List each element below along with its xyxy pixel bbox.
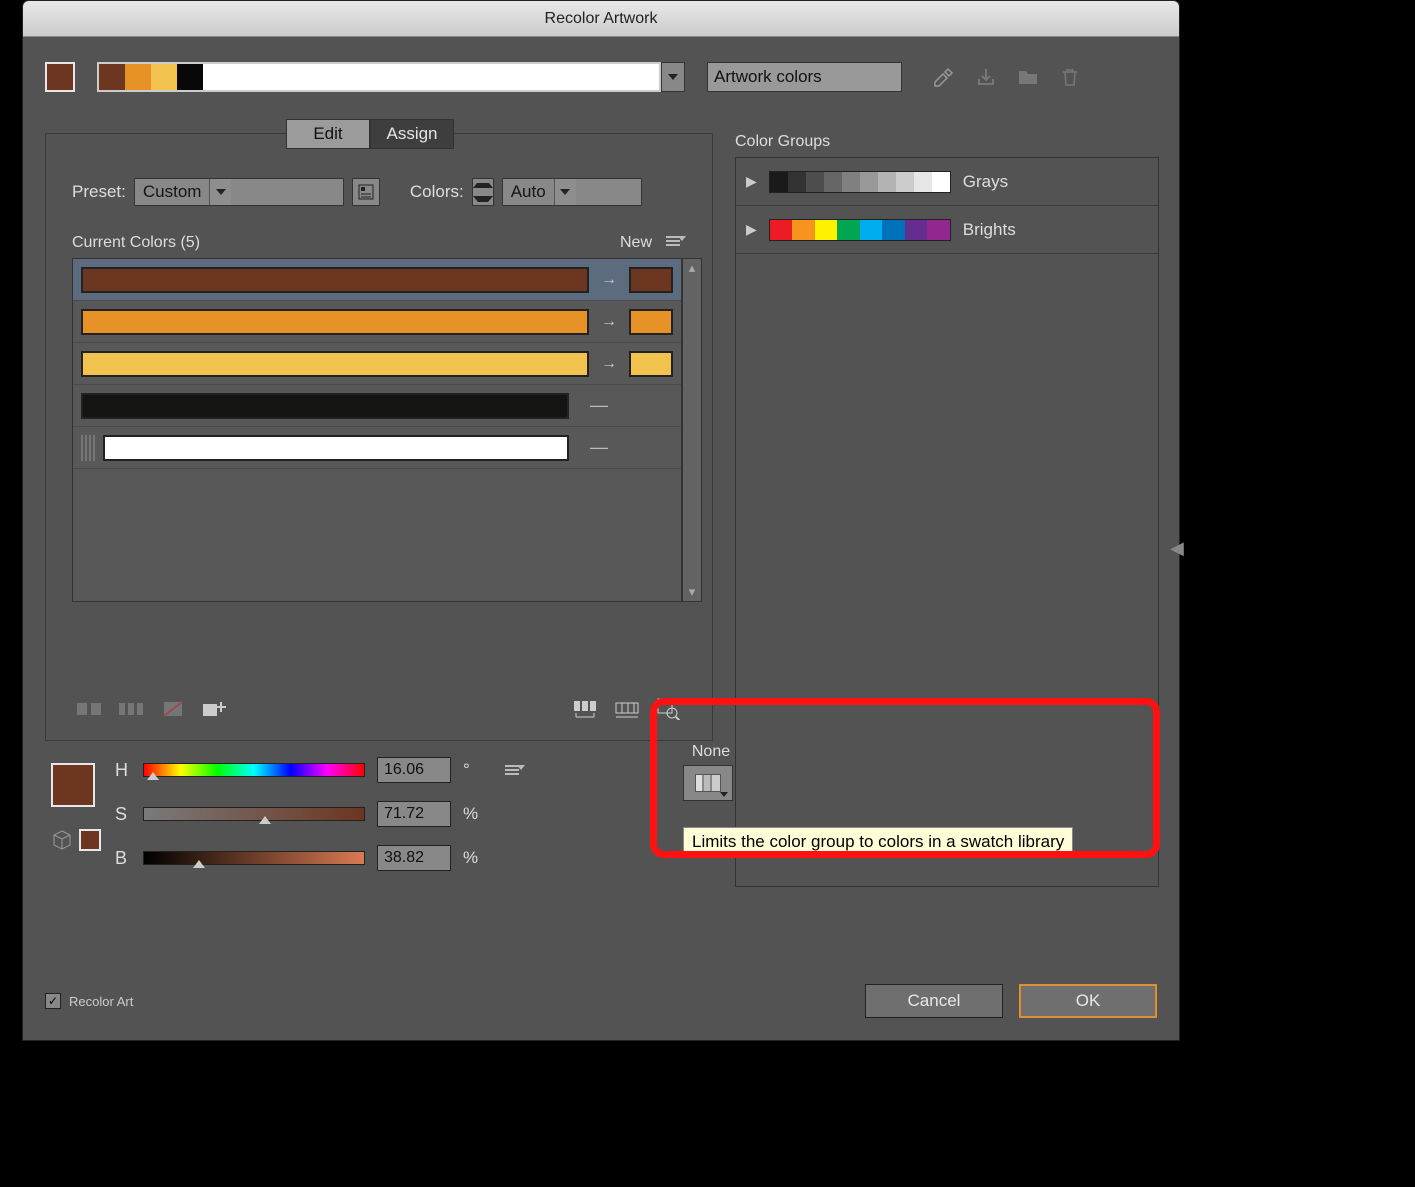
recolor-art-checkbox[interactable]: ✓ Recolor Art <box>45 993 133 1009</box>
hue-value-input[interactable]: 16.06 <box>377 757 451 783</box>
colors-spinner[interactable] <box>472 178 494 206</box>
library-limit-label: None <box>683 743 739 761</box>
no-map-icon[interactable]: — <box>577 437 621 458</box>
color-list: → → → — <box>72 258 682 602</box>
saturation-value-input[interactable]: 71.72 <box>377 801 451 827</box>
new-row-icon[interactable] <box>198 696 232 722</box>
tab-edit[interactable]: Edit <box>286 119 370 149</box>
reorder-colors-icon[interactable] <box>568 696 602 722</box>
current-color-bar[interactable] <box>81 351 589 377</box>
new-column-label: New <box>620 234 652 252</box>
map-arrow-icon[interactable]: → <box>597 313 621 331</box>
color-group-row[interactable]: ▶ Brights <box>736 206 1158 254</box>
color-group-row[interactable]: ▶ Grays <box>736 158 1158 206</box>
swatch-library-icon <box>695 774 721 792</box>
saturation-label: S <box>115 804 131 825</box>
color-strip-seg[interactable] <box>99 64 125 90</box>
colors-select[interactable]: Auto <box>502 178 642 206</box>
preset-options-icon[interactable] <box>352 178 380 206</box>
saturation-unit: % <box>463 804 481 824</box>
window-titlebar: Recolor Artwork <box>23 1 1179 37</box>
color-strip-seg[interactable] <box>151 64 177 90</box>
colors-label: Colors: <box>410 182 464 202</box>
disclosure-triangle-icon[interactable]: ▶ <box>746 173 757 190</box>
hsb-mini-swatch[interactable] <box>79 829 101 851</box>
eyedropper-icon[interactable] <box>932 65 956 89</box>
color-strip-seg[interactable] <box>177 64 203 90</box>
color-groups-list: ▶ Grays ▶ Brights <box>735 157 1159 887</box>
library-limit-button[interactable] <box>683 765 733 801</box>
save-group-icon[interactable] <box>974 65 998 89</box>
window-title: Recolor Artwork <box>545 10 658 28</box>
panel-collapse-icon[interactable]: ◀ <box>1170 538 1184 559</box>
random-colors-icon[interactable] <box>610 696 644 722</box>
locked-grip-icon <box>81 435 95 461</box>
color-row[interactable]: → <box>73 259 681 301</box>
color-group-name-input[interactable]: Artwork colors <box>707 62 902 92</box>
hue-label: H <box>115 760 131 781</box>
hsb-controls: H 16.06 ° S 71.72 % B 38.82 % <box>51 757 521 889</box>
active-color-swatch[interactable] <box>45 62 75 92</box>
hue-slider[interactable] <box>143 763 365 777</box>
current-colors-label: Current Colors (5) <box>72 234 200 252</box>
color-strip-seg[interactable] <box>125 64 151 90</box>
recolor-artwork-dialog: Recolor Artwork Artwork colors <box>22 0 1180 1041</box>
find-color-icon[interactable] <box>652 696 686 722</box>
no-map-icon[interactable]: — <box>577 395 621 416</box>
new-color-swatch[interactable] <box>629 309 673 335</box>
color-strip-seg[interactable] <box>203 64 229 90</box>
hue-unit: ° <box>463 760 481 780</box>
map-arrow-icon[interactable]: → <box>597 271 621 289</box>
brightness-unit: % <box>463 848 481 868</box>
exclude-color-icon[interactable] <box>156 696 190 722</box>
preset-label: Preset: <box>72 182 126 202</box>
color-group-swatches <box>769 171 951 193</box>
color-group-name: Grays <box>963 172 1008 192</box>
tooltip: Limits the color group to colors in a sw… <box>683 827 1073 857</box>
color-groups-title: Color Groups <box>735 133 1159 151</box>
assign-panel: Edit Assign Preset: Custom Colors: <box>45 133 713 741</box>
map-arrow-icon[interactable]: → <box>597 355 621 373</box>
preset-select[interactable]: Custom <box>134 178 344 206</box>
color-mode-menu-icon[interactable] <box>505 765 525 779</box>
current-color-bar[interactable] <box>81 393 569 419</box>
merge-row-icon[interactable] <box>72 696 106 722</box>
brightness-label: B <box>115 848 131 869</box>
color-row[interactable]: → <box>73 343 681 385</box>
tab-assign[interactable]: Assign <box>370 119 454 149</box>
color-group-name: Brights <box>963 220 1016 240</box>
brightness-value-input[interactable]: 38.82 <box>377 845 451 871</box>
new-color-swatch[interactable] <box>629 267 673 293</box>
color-row[interactable]: — <box>73 385 681 427</box>
saturation-slider[interactable] <box>143 807 365 821</box>
hsb-swatch[interactable] <box>51 763 95 807</box>
color-list-scrollbar[interactable]: ▴▾ <box>682 258 702 602</box>
split-row-icon[interactable] <box>114 696 148 722</box>
current-color-bar[interactable] <box>81 267 589 293</box>
trash-icon[interactable] <box>1058 65 1082 89</box>
color-group-swatches <box>769 219 951 241</box>
out-of-gamut-icon[interactable] <box>51 829 73 851</box>
current-color-bar[interactable] <box>81 309 589 335</box>
brightness-slider[interactable] <box>143 851 365 865</box>
color-row[interactable]: — <box>73 427 681 469</box>
folder-icon[interactable] <box>1016 65 1040 89</box>
ok-button[interactable]: OK <box>1019 984 1157 1018</box>
disclosure-triangle-icon[interactable]: ▶ <box>746 221 757 238</box>
cancel-button[interactable]: Cancel <box>865 984 1003 1018</box>
color-row[interactable]: → <box>73 301 681 343</box>
artwork-color-strip[interactable] <box>97 62 661 92</box>
color-list-menu-icon[interactable] <box>666 236 686 250</box>
new-color-swatch[interactable] <box>629 351 673 377</box>
color-strip-dropdown[interactable] <box>661 62 685 92</box>
current-color-bar[interactable] <box>103 435 569 461</box>
